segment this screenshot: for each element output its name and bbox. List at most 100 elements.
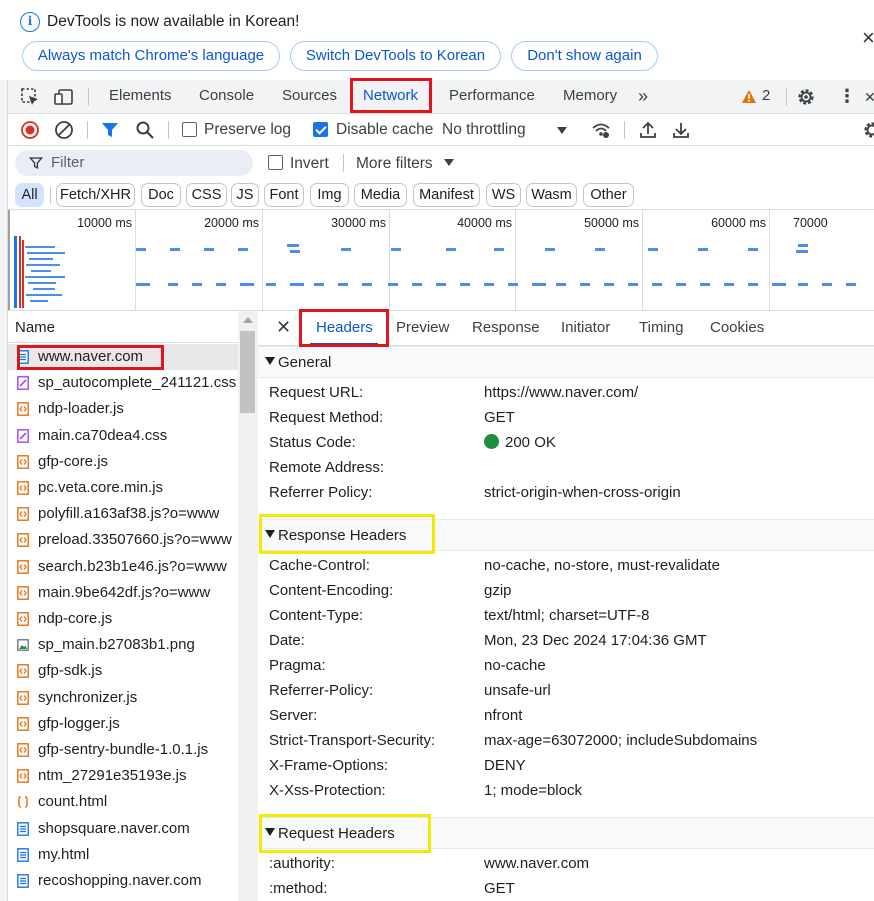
general-section-header[interactable]: General (258, 346, 874, 378)
scrollbar-thumb[interactable] (240, 331, 255, 413)
header-value: strict-origin-when-cross-origin (484, 484, 681, 501)
request-row[interactable]: gfp-core.js (8, 449, 238, 475)
general-row: Status Code: 200 OK (258, 431, 874, 456)
request-list: Name www.naver.com sp_autocomplete_241121… (8, 311, 258, 901)
request-row[interactable]: search.b23b1e46.js?o=www (8, 554, 238, 580)
export-har-icon[interactable] (671, 120, 691, 140)
request-row[interactable]: synchronizer.js (8, 685, 238, 711)
record-stop-icon[interactable] (20, 120, 40, 140)
dont-show-again-button[interactable]: Don't show again (511, 41, 658, 71)
tab-preview[interactable]: Preview (396, 319, 449, 336)
request-row[interactable]: pc.veta.core.min.js (8, 475, 238, 501)
always-match-language-button[interactable]: Always match Chrome's language (22, 41, 280, 71)
header-name: Status Code: (269, 434, 356, 451)
request-row[interactable]: preload.33507660.js?o=www (8, 527, 238, 553)
divider (786, 88, 787, 106)
request-headers-highlight (259, 814, 431, 853)
type-chip-wasm[interactable]: Wasm (526, 183, 577, 207)
chevron-down-icon[interactable] (444, 159, 454, 166)
timeline-tick-label: 70000 (793, 216, 828, 230)
header-name: X-Xss-Protection: (269, 782, 386, 799)
script-icon (17, 533, 29, 548)
import-har-icon[interactable] (638, 120, 658, 140)
type-chip-fetch-xhr[interactable]: Fetch/XHR (56, 183, 135, 207)
close-icon[interactable]: × (862, 25, 874, 51)
more-filters-button[interactable]: More filters (356, 155, 433, 173)
filter-funnel-icon[interactable] (100, 120, 120, 140)
header-name: Date: (269, 632, 305, 649)
request-row[interactable]: ndp-loader.js (8, 396, 238, 422)
tab-console[interactable]: Console (199, 80, 254, 114)
throttling-select[interactable]: No throttling (442, 121, 526, 139)
tab-cookies[interactable]: Cookies (710, 319, 764, 336)
type-chip-other[interactable]: Other (583, 183, 634, 207)
type-chip-js[interactable]: JS (231, 183, 259, 207)
warning-count[interactable]: 2 (762, 80, 770, 114)
name-column-header[interactable]: Name (8, 311, 238, 343)
header-value: gzip (484, 582, 512, 599)
header-value: 1; mode=block (484, 782, 582, 799)
tab-performance[interactable]: Performance (449, 80, 535, 114)
tab-memory[interactable]: Memory (563, 80, 617, 114)
filter-input[interactable]: Filter (15, 150, 253, 176)
type-chip-doc[interactable]: Doc (141, 183, 181, 207)
close-devtools-icon[interactable]: ✕ (864, 89, 874, 106)
settings-gear-icon[interactable] (796, 87, 816, 107)
device-toolbar-icon[interactable] (54, 87, 74, 107)
tab-timing[interactable]: Timing (639, 319, 683, 336)
request-row[interactable]: count.html (8, 789, 238, 815)
type-chip-all[interactable]: All (15, 183, 44, 207)
timeline-overview[interactable]: 10000 ms 20000 ms 30000 ms 40000 ms 5000… (8, 210, 874, 311)
scroll-up-arrow-icon[interactable] (243, 317, 253, 323)
request-row[interactable]: gfp-sentry-bundle-1.0.1.js (8, 737, 238, 763)
header-value: DENY (484, 757, 526, 774)
warning-icon[interactable] (741, 89, 757, 104)
request-row[interactable]: sp_autocomplete_241121.css (8, 370, 238, 396)
request-row[interactable]: shopsquare.naver.com (8, 816, 238, 842)
tab-sources[interactable]: Sources (282, 80, 337, 114)
type-chip-img[interactable]: Img (310, 183, 349, 207)
response-header-row: Pragma: no-cache (258, 654, 874, 679)
header-name: :authority: (269, 855, 335, 872)
type-chip-font[interactable]: Font (264, 183, 304, 207)
request-row[interactable]: gfp-logger.js (8, 711, 238, 737)
type-chip-manifest[interactable]: Manifest (413, 183, 480, 207)
script-icon (17, 690, 29, 705)
tab-response[interactable]: Response (472, 319, 540, 336)
network-conditions-icon[interactable] (591, 120, 611, 140)
overview-left-handle[interactable] (8, 210, 10, 310)
request-name: sp_main.b27083b1.png (38, 636, 195, 654)
request-row[interactable]: my.html (8, 842, 238, 868)
type-chip-ws[interactable]: WS (486, 183, 521, 207)
response-header-row: Server: nfront (258, 704, 874, 729)
tab-initiator[interactable]: Initiator (561, 319, 610, 336)
inspect-element-icon[interactable] (20, 87, 40, 107)
switch-to-korean-button[interactable]: Switch DevTools to Korean (290, 41, 501, 71)
preserve-log-checkbox[interactable] (182, 122, 197, 137)
request-row[interactable]: polyfill.a163af38.js?o=www (8, 501, 238, 527)
request-row[interactable]: recoshopping.naver.com (8, 868, 238, 894)
request-name: main.9be642df.js?o=www (38, 583, 211, 601)
request-row[interactable]: ntm_27291e35193e.js (8, 763, 238, 789)
tab-elements[interactable]: Elements (109, 80, 172, 114)
close-detail-icon[interactable]: ✕ (276, 317, 291, 338)
search-icon[interactable] (135, 120, 155, 140)
more-tabs-icon[interactable]: » (638, 80, 648, 114)
chevron-down-icon[interactable] (557, 127, 567, 134)
request-row[interactable]: sp_main.b27083b1.png (8, 632, 238, 658)
request-row[interactable]: ndp-core.js (8, 606, 238, 632)
header-name: Server: (269, 707, 318, 724)
request-row[interactable]: gfp-sdk.js (8, 658, 238, 684)
disable-cache-checkbox[interactable] (313, 122, 328, 137)
timeline-tick-label: 60000 ms (711, 216, 766, 230)
invert-checkbox[interactable] (268, 155, 283, 170)
early-requests-cluster (25, 240, 67, 308)
request-row[interactable]: main.9be642df.js?o=www (8, 580, 238, 606)
network-settings-icon[interactable] (862, 120, 874, 140)
type-chip-css[interactable]: CSS (186, 183, 227, 207)
clear-icon[interactable] (54, 120, 74, 140)
request-row[interactable]: main.ca70dea4.css (8, 423, 238, 449)
more-options-icon[interactable]: ⋮ (838, 87, 856, 105)
type-chip-media[interactable]: Media (354, 183, 407, 207)
filter-bar: Filter Invert More filters (8, 146, 874, 180)
